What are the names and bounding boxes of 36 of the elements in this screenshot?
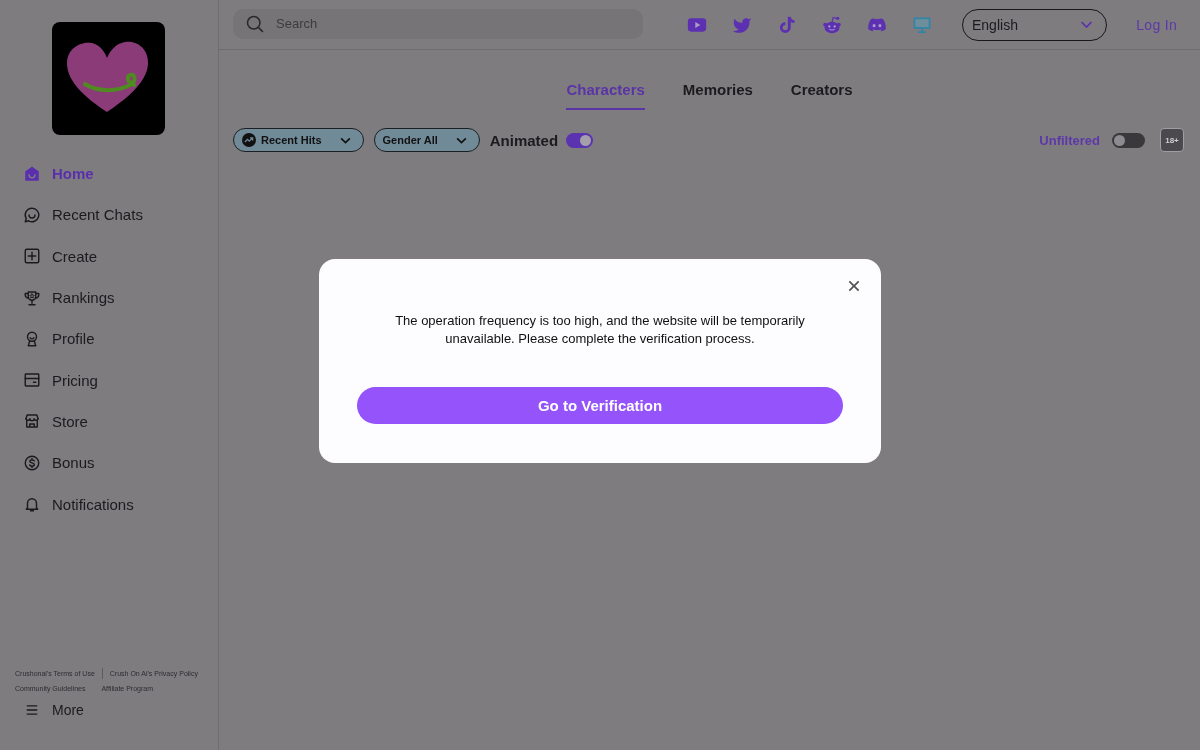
nav-item[interactable]: Profile bbox=[0, 318, 95, 360]
filter-dropdown[interactable]: Recent Hits bbox=[233, 128, 364, 152]
search-field[interactable]: Search bbox=[233, 8, 643, 39]
nav-item[interactable]: Notifications bbox=[0, 483, 134, 525]
card-icon bbox=[23, 371, 41, 390]
chat-bubble-icon bbox=[23, 205, 41, 224]
nav-item[interactable]: Bonus bbox=[0, 442, 95, 484]
more-menu-item[interactable]: More bbox=[15, 699, 84, 721]
menu-icon bbox=[25, 703, 39, 717]
unfiltered-label: Unfiltered bbox=[1039, 132, 1100, 148]
close-button[interactable] bbox=[846, 278, 862, 294]
nav-item[interactable]: Pricing bbox=[0, 359, 98, 401]
bell-icon bbox=[23, 495, 41, 513]
house-icon bbox=[23, 164, 41, 183]
close-icon bbox=[846, 278, 862, 294]
nav-item[interactable]: Recent Chats bbox=[0, 194, 143, 236]
unfiltered-toggle[interactable] bbox=[1112, 132, 1145, 148]
dollar-coin-icon bbox=[23, 453, 41, 472]
music-note-icon[interactable] bbox=[777, 14, 797, 35]
nav-item[interactable]: Store bbox=[0, 400, 88, 443]
tab[interactable]: Creators bbox=[790, 81, 853, 110]
adult-content-button[interactable]: 18+ bbox=[1160, 128, 1184, 152]
animated-label: Animated bbox=[489, 131, 559, 149]
plus-square-icon bbox=[23, 247, 41, 266]
nav-item[interactable]: Create bbox=[0, 235, 98, 277]
verification-button[interactable]: Go to Verification bbox=[357, 387, 843, 424]
alien-face-icon[interactable] bbox=[822, 14, 842, 35]
tab[interactable]: Memories bbox=[682, 81, 753, 110]
store-icon bbox=[23, 412, 41, 431]
filter-dropdown[interactable]: Gender All bbox=[373, 128, 480, 152]
trend-icon bbox=[242, 133, 256, 147]
animated-toggle[interactable] bbox=[566, 132, 594, 148]
nav-item[interactable]: Rankings bbox=[0, 276, 115, 319]
search-icon bbox=[245, 13, 265, 34]
dialog-message: The operation frequency is too high, and the website will be temporarily unavailable. Please complete the verification process. bbox=[394, 312, 806, 348]
trophy-icon bbox=[23, 288, 41, 307]
